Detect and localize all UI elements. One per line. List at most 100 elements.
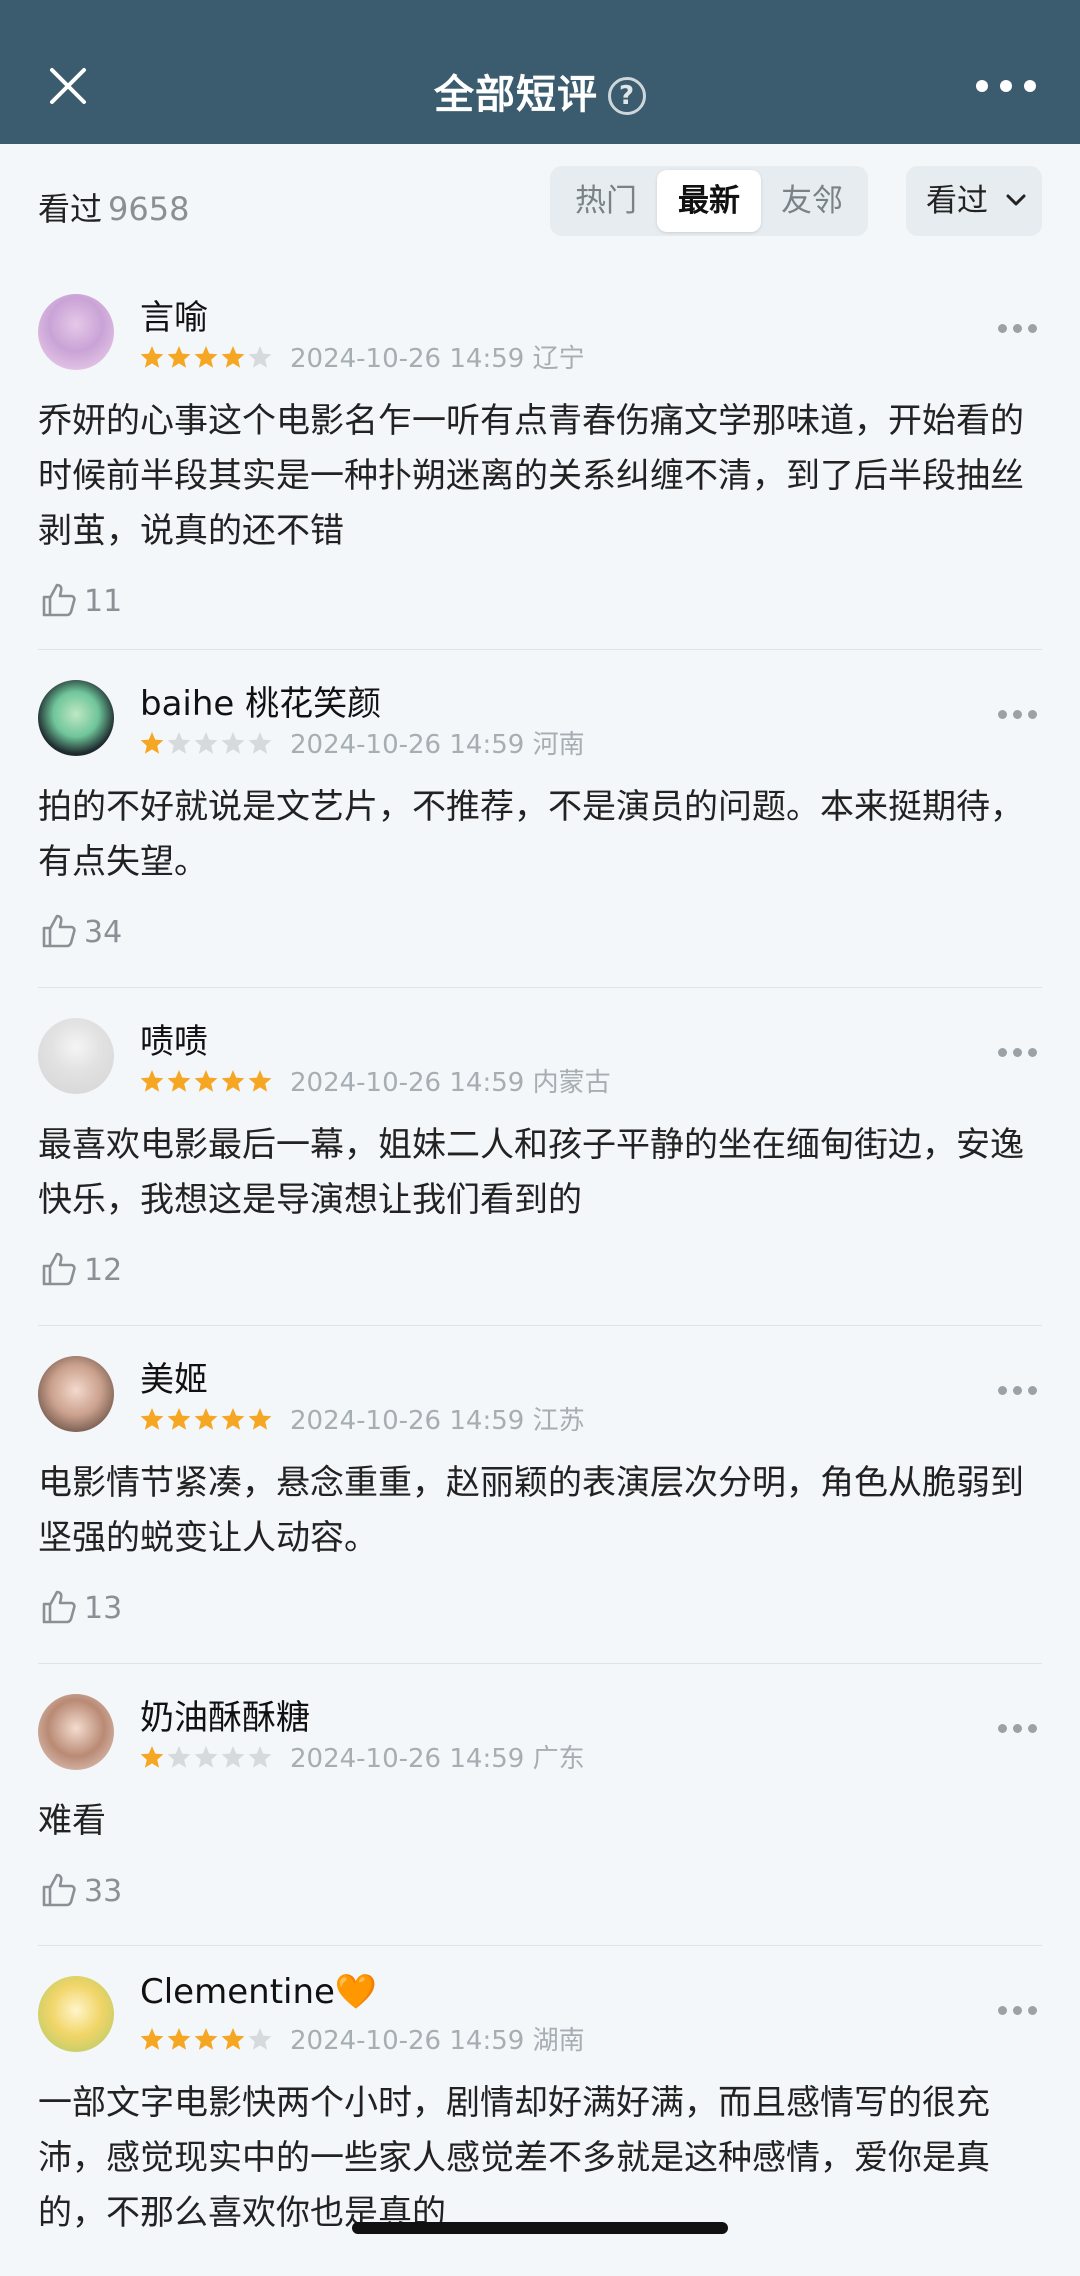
thumbs-up-icon bbox=[42, 914, 76, 948]
tab-hot[interactable]: 热门 bbox=[554, 170, 658, 232]
like-count: 13 bbox=[84, 1591, 123, 1626]
star-filled-icon bbox=[140, 732, 164, 754]
star-filled-icon bbox=[248, 1070, 272, 1092]
chevron-down-icon bbox=[1006, 194, 1026, 206]
like-count: 11 bbox=[84, 584, 123, 619]
review-text: 拍的不好就说是文艺片，不推荐，不是演员的问题。本来挺期待，有点失望。 bbox=[38, 787, 1024, 882]
review-username[interactable]: Clementine🧡 bbox=[140, 1972, 377, 2012]
status-dropdown[interactable]: 看过 bbox=[906, 166, 1042, 236]
star-rating bbox=[140, 346, 272, 368]
star-empty-icon bbox=[248, 1746, 272, 1768]
page-title-text: 全部短评 bbox=[434, 72, 598, 118]
sort-segmented-control: 热门 最新 友邻 bbox=[550, 166, 868, 236]
thumbs-up-icon bbox=[42, 1252, 76, 1286]
star-empty-icon bbox=[167, 1746, 191, 1768]
star-empty-icon bbox=[248, 2028, 272, 2050]
more-icon[interactable] bbox=[976, 80, 1036, 94]
star-empty-icon bbox=[194, 1746, 218, 1768]
review-username[interactable]: baihe 桃花笑颜 bbox=[140, 676, 381, 725]
like-count: 33 bbox=[84, 1874, 123, 1909]
review-more-icon[interactable] bbox=[998, 710, 1038, 720]
review-more-icon[interactable] bbox=[998, 2006, 1038, 2016]
avatar[interactable] bbox=[38, 1356, 114, 1432]
star-empty-icon bbox=[221, 732, 245, 754]
review-more-icon[interactable] bbox=[998, 324, 1038, 334]
review-location: 江苏 bbox=[532, 1406, 585, 1436]
review-card: 美姬 2024-10-26 14:59 江苏 电影情节紧凑，悬念重重，赵丽颖的表演层… bbox=[0, 1326, 1080, 1664]
avatar[interactable] bbox=[38, 294, 114, 370]
review-text: 最喜欢电影最后一幕，姐妹二人和孩子平静的坐在缅甸街边，安逸快乐，我想这是导演想让… bbox=[38, 1125, 1024, 1220]
review-username[interactable]: 美姬 bbox=[140, 1352, 208, 1401]
watched-label: 看过 bbox=[38, 190, 103, 228]
home-indicator bbox=[352, 2222, 728, 2234]
star-empty-icon bbox=[221, 1746, 245, 1768]
star-filled-icon bbox=[221, 2028, 245, 2050]
star-rating bbox=[140, 2028, 272, 2050]
star-filled-icon bbox=[194, 1408, 218, 1430]
review-meta: 2024-10-26 14:59 湖南 bbox=[140, 2020, 585, 2057]
review-meta: 2024-10-26 14:59 内蒙古 bbox=[140, 1062, 611, 1099]
review-time: 2024-10-26 14:59 bbox=[290, 2026, 525, 2056]
review-more-icon[interactable] bbox=[998, 1386, 1038, 1396]
star-rating bbox=[140, 1408, 272, 1430]
review-time: 2024-10-26 14:59 bbox=[290, 344, 525, 374]
like-button[interactable]: 11 bbox=[40, 581, 122, 621]
review-location: 湖南 bbox=[532, 2026, 585, 2056]
like-count: 34 bbox=[84, 915, 123, 950]
review-more-icon[interactable] bbox=[998, 1724, 1038, 1734]
review-meta: 2024-10-26 14:59 辽宁 bbox=[140, 338, 585, 375]
thumbs-up-icon bbox=[42, 1873, 76, 1907]
star-filled-icon bbox=[140, 2028, 164, 2050]
review-time: 2024-10-26 14:59 bbox=[290, 730, 525, 760]
review-card: 啧啧 2024-10-26 14:59 内蒙古最喜欢电影最后一幕，姐妹二人和孩子平… bbox=[0, 988, 1080, 1326]
tab-latest[interactable]: 最新 bbox=[657, 170, 761, 232]
thumbs-up-icon bbox=[42, 583, 76, 617]
review-card: baihe 桃花笑颜 2024-10-26 14:59 河南拍的不好就说是文艺片，… bbox=[0, 650, 1080, 988]
review-meta: 2024-10-26 14:59 广东 bbox=[140, 1738, 585, 1775]
avatar[interactable] bbox=[38, 680, 114, 756]
tab-friends[interactable]: 友邻 bbox=[760, 170, 864, 232]
thumbs-up-icon bbox=[42, 1590, 76, 1624]
star-empty-icon bbox=[167, 732, 191, 754]
star-filled-icon bbox=[194, 346, 218, 368]
status-dropdown-label: 看过 bbox=[926, 183, 988, 219]
star-filled-icon bbox=[221, 1070, 245, 1092]
star-filled-icon bbox=[248, 1408, 272, 1430]
review-location: 辽宁 bbox=[532, 344, 585, 374]
review-card: 言喻 2024-10-26 14:59 辽宁 乔妍的心事这个电影名乍一听有点青春伤痛… bbox=[0, 264, 1080, 650]
review-username[interactable]: 言喻 bbox=[140, 290, 208, 339]
star-rating bbox=[140, 1746, 272, 1768]
star-empty-icon bbox=[248, 732, 272, 754]
like-button[interactable]: 13 bbox=[40, 1588, 122, 1628]
star-filled-icon bbox=[140, 1408, 164, 1430]
star-filled-icon bbox=[194, 2028, 218, 2050]
like-button[interactable]: 34 bbox=[40, 912, 122, 952]
review-text: 一部文字电影快两个小时，剧情却好满好满，而且感情写的很充沛，感觉现实中的一些家人… bbox=[38, 2083, 990, 2233]
like-button[interactable]: 12 bbox=[40, 1250, 122, 1290]
review-text: 电影情节紧凑，悬念重重，赵丽颖的表演层次分明，角色从脆弱到坚强的蜕变让人动容。 bbox=[38, 1463, 1024, 1558]
star-empty-icon bbox=[194, 732, 218, 754]
like-button[interactable]: 33 bbox=[40, 1871, 122, 1911]
star-filled-icon bbox=[167, 1070, 191, 1092]
avatar[interactable] bbox=[38, 1694, 114, 1770]
review-location: 内蒙古 bbox=[532, 1068, 611, 1098]
review-meta: 2024-10-26 14:59 河南 bbox=[140, 724, 585, 761]
review-location: 广东 bbox=[532, 1744, 585, 1774]
like-count: 12 bbox=[84, 1253, 123, 1288]
watched-count: 看过 9658 bbox=[38, 184, 189, 230]
avatar[interactable] bbox=[38, 1976, 114, 2052]
review-username[interactable]: 奶油酥酥糖 bbox=[140, 1690, 310, 1739]
review-more-icon[interactable] bbox=[998, 1048, 1038, 1058]
star-filled-icon bbox=[194, 1070, 218, 1092]
star-rating bbox=[140, 1070, 272, 1092]
star-filled-icon bbox=[221, 346, 245, 368]
review-meta: 2024-10-26 14:59 江苏 bbox=[140, 1400, 585, 1437]
review-time: 2024-10-26 14:59 bbox=[290, 1744, 525, 1774]
review-time: 2024-10-26 14:59 bbox=[290, 1406, 525, 1436]
review-username[interactable]: 啧啧 bbox=[140, 1014, 208, 1063]
help-icon[interactable]: ? bbox=[608, 77, 646, 115]
star-filled-icon bbox=[221, 1408, 245, 1430]
star-filled-icon bbox=[140, 1070, 164, 1092]
review-text: 乔妍的心事这个电影名乍一听有点青春伤痛文学那味道，开始看的时候前半段其实是一种扑… bbox=[38, 401, 1024, 551]
avatar[interactable] bbox=[38, 1018, 114, 1094]
